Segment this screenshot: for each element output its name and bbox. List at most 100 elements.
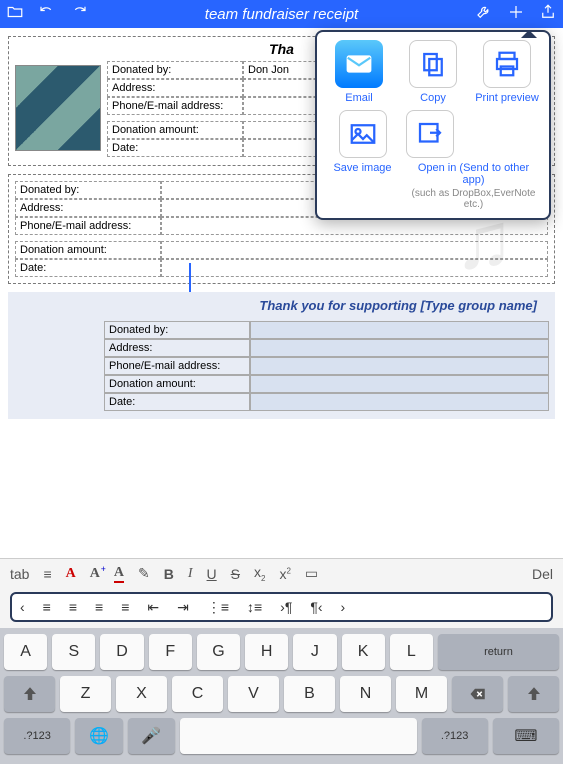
bullet-list-icon[interactable]: ⋮≡ [207, 599, 229, 616]
letter-key-x[interactable]: X [116, 676, 167, 712]
letter-key-z[interactable]: Z [60, 676, 111, 712]
letter-key-s[interactable]: S [52, 634, 95, 670]
value-date[interactable] [250, 393, 549, 411]
paragraph-icon[interactable]: ≡ [43, 566, 51, 582]
label-donated: Donated by: [15, 181, 161, 199]
receipt-title: Thank you for supporting [Type group nam… [14, 292, 549, 317]
insert-image-icon[interactable]: ▭ [305, 565, 318, 582]
share-print-button[interactable]: Print preview [473, 40, 541, 104]
label-address: Address: [107, 79, 243, 97]
numbers-key-right[interactable]: .?123 [422, 718, 488, 754]
shift-key[interactable] [4, 676, 55, 712]
letter-key-a[interactable]: A [4, 634, 47, 670]
printer-icon [483, 40, 531, 88]
indent-icon[interactable]: ⇥ [177, 599, 189, 616]
letter-key-j[interactable]: J [293, 634, 336, 670]
backspace-key[interactable] [452, 676, 503, 712]
share-save-label: Save image [325, 162, 400, 174]
numbers-key[interactable]: .?123 [4, 718, 70, 754]
value-amount[interactable] [250, 375, 549, 393]
subscript-button[interactable]: x2 [254, 564, 265, 583]
document-title: team fundraiser receipt [102, 6, 461, 23]
label-phone: Phone/E-mail address: [104, 357, 250, 375]
value-donated[interactable] [250, 321, 549, 339]
label-donated: Donated by: [107, 61, 243, 79]
shift-key-right[interactable] [508, 676, 559, 712]
ltr-icon[interactable]: ›¶ [280, 599, 292, 615]
copy-icon [409, 40, 457, 88]
letter-key-v[interactable]: V [228, 676, 279, 712]
hide-keyboard-key[interactable]: ⌨ [493, 718, 559, 754]
align-right-icon[interactable]: ≡ [95, 599, 103, 615]
share-email-button[interactable]: Email [325, 40, 393, 104]
mic-key[interactable]: 🎤 [128, 718, 175, 754]
numbers-key-label: .?123 [23, 730, 51, 742]
chevron-right-icon[interactable]: › [341, 599, 346, 615]
delete-button[interactable]: Del [532, 566, 553, 582]
line-spacing-icon[interactable]: ↕≡ [247, 599, 262, 615]
globe-key[interactable]: 🌐 [75, 718, 122, 754]
letter-key-g[interactable]: G [197, 634, 240, 670]
value-phone[interactable] [250, 357, 549, 375]
paragraph-toolbar-wrap: ‹ ≡ ≡ ≡ ≡ ⇤ ⇥ ⋮≡ ↕≡ ›¶ ¶‹ › [0, 588, 563, 628]
share-copy-button[interactable]: Copy [399, 40, 467, 104]
share-icon[interactable] [539, 3, 557, 26]
value-address[interactable] [250, 339, 549, 357]
strikethrough-button[interactable]: S [231, 566, 240, 582]
openin-icon [406, 110, 454, 158]
align-left-icon[interactable]: ≡ [43, 599, 51, 615]
letter-key-l[interactable]: L [390, 634, 433, 670]
paragraph-toolbar: ‹ ≡ ≡ ≡ ≡ ⇤ ⇥ ⋮≡ ↕≡ ›¶ ¶‹ › [10, 592, 553, 622]
outdent-icon[interactable]: ⇤ [147, 599, 159, 616]
top-toolbar: team fundraiser receipt [0, 0, 563, 28]
superscript-button[interactable]: x2 [279, 566, 290, 582]
format-toolbar: tab ≡ A A A ✎ B I U S x2 x2 ▭ Del [0, 558, 563, 588]
tab-button[interactable]: tab [10, 566, 29, 582]
onscreen-keyboard: ASDFGHJKLreturn ZXCVBNM .?123 🌐 🎤 .?123 … [0, 628, 563, 764]
chevron-left-icon[interactable]: ‹ [20, 599, 25, 615]
redo-icon[interactable] [70, 3, 88, 26]
letter-key-c[interactable]: C [172, 676, 223, 712]
italic-button[interactable]: I [188, 566, 193, 582]
share-openin-button[interactable]: Open in (Send to other app) (such as Dro… [406, 110, 541, 210]
share-openin-sub: (such as DropBox,EverNote etc.) [406, 188, 541, 210]
bold-button[interactable]: B [164, 566, 174, 582]
font-color-button[interactable]: A [66, 566, 76, 582]
letter-key-h[interactable]: H [245, 634, 288, 670]
share-copy-label: Copy [399, 92, 467, 104]
share-openin-label: Open in (Send to other app) [406, 162, 541, 186]
letter-key-m[interactable]: M [396, 676, 447, 712]
letter-key-f[interactable]: F [149, 634, 192, 670]
undo-icon[interactable] [38, 3, 56, 26]
share-email-label: Email [325, 92, 393, 104]
wrench-icon[interactable] [475, 3, 493, 26]
highlight-button[interactable]: A [114, 565, 124, 583]
letter-key-n[interactable]: N [340, 676, 391, 712]
letter-key-d[interactable]: D [100, 634, 143, 670]
label-amount: Donation amount: [107, 121, 243, 139]
pencil-icon[interactable]: ✎ [138, 565, 150, 582]
label-amount: Donation amount: [104, 375, 250, 393]
font-size-up-button[interactable]: A [90, 566, 100, 582]
label-phone: Phone/E-mail address: [15, 217, 161, 235]
label-phone: Phone/E-mail address: [107, 97, 243, 115]
share-save-image-button[interactable]: Save image [325, 110, 400, 210]
label-address: Address: [15, 199, 161, 217]
share-print-label: Print preview [473, 92, 541, 104]
align-justify-icon[interactable]: ≡ [121, 599, 129, 615]
letter-key-k[interactable]: K [342, 634, 385, 670]
space-key[interactable] [180, 718, 417, 754]
return-key-label: return [484, 646, 513, 658]
share-popover: Email Copy Print preview Save image Open… [315, 30, 551, 220]
return-key[interactable]: return [438, 634, 559, 670]
folder-icon[interactable] [6, 3, 24, 26]
label-donated: Donated by: [104, 321, 250, 339]
align-center-icon[interactable]: ≡ [69, 599, 77, 615]
rtl-icon[interactable]: ¶‹ [310, 599, 322, 615]
letter-key-b[interactable]: B [284, 676, 335, 712]
label-date: Date: [104, 393, 250, 411]
numbers-key-label: .?123 [441, 730, 469, 742]
label-date: Date: [107, 139, 243, 157]
underline-button[interactable]: U [207, 566, 217, 582]
receipt-image [15, 65, 101, 151]
